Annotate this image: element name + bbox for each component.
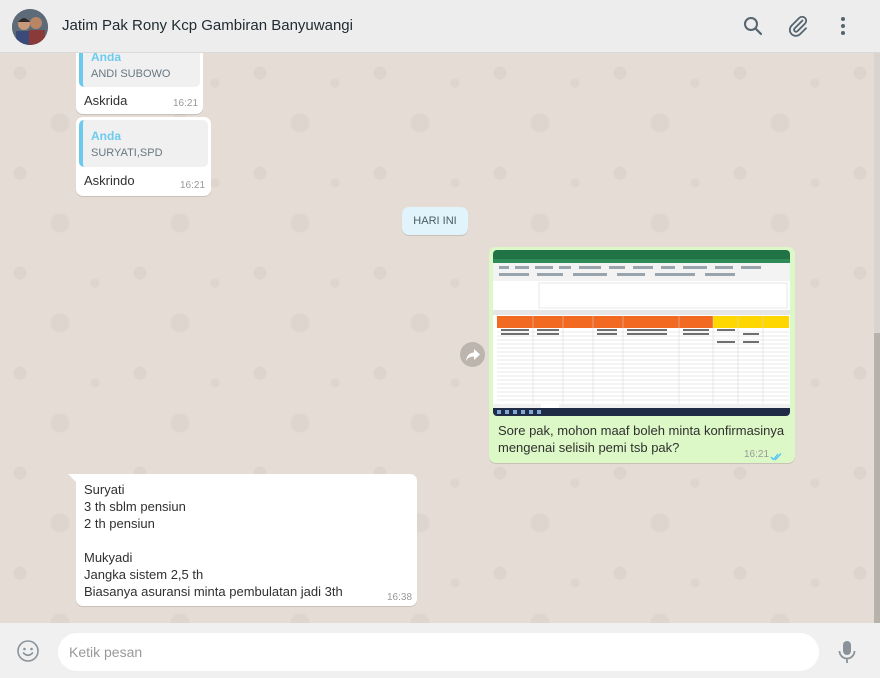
message-text-line: Jangka sistem 2,5 th — [84, 567, 204, 582]
chat-title[interactable]: Jatim Pak Rony Kcp Gambiran Banyuwangi — [62, 17, 353, 34]
message-bubble-incoming[interactable]: Suryati 3 th sblm pensiun 2 th pensiun M… — [76, 474, 417, 606]
chat-messages-pane[interactable]: Anda ANDI SUBOWO Askrida 16:21 Anda SURY… — [0, 53, 874, 623]
message-time: 16:21 — [744, 449, 770, 460]
message-text-line: Mukyadi — [84, 550, 133, 565]
message-text: Askrida — [84, 93, 128, 108]
quoted-message[interactable]: Anda SURYATI,SPD — [79, 120, 208, 167]
double-check-read-icon — [770, 449, 784, 467]
message-caption-line: mengenai selisih pemi tsb pak? — [498, 440, 680, 455]
spreadsheet-screenshot-image[interactable] — [493, 250, 790, 416]
emoji-icon[interactable] — [16, 639, 40, 663]
search-icon[interactable] — [741, 14, 765, 38]
message-input[interactable] — [58, 633, 819, 671]
microphone-icon[interactable] — [836, 639, 858, 665]
message-time: 16:21 — [180, 180, 206, 191]
message-text-line: 3 th sblm pensiun — [84, 499, 186, 514]
message-text-line: Biasanya asuransi minta pembulatan jadi … — [84, 584, 343, 599]
contact-avatar[interactable] — [12, 9, 48, 45]
bubble-tail — [68, 474, 76, 482]
forward-icon[interactable] — [460, 342, 485, 367]
message-text-line: Suryati — [84, 482, 125, 497]
scrollbar-thumb[interactable] — [874, 333, 880, 623]
menu-icon[interactable] — [831, 14, 855, 38]
message-bubble-incoming[interactable]: Anda SURYATI,SPD Askrindo 16:21 — [76, 117, 211, 196]
message-text-line: 2 th pensiun — [84, 516, 155, 531]
chat-scrollbar[interactable] — [874, 53, 880, 623]
message-bubble-incoming[interactable]: Anda ANDI SUBOWO Askrida 16:21 — [76, 53, 203, 114]
message-bubble-outgoing[interactable]: Sore pak, mohon maaf boleh minta konfirm… — [489, 247, 795, 463]
quote-text: ANDI SUBOWO — [91, 68, 171, 80]
chat-header: Jatim Pak Rony Kcp Gambiran Banyuwangi — [0, 0, 880, 53]
quote-author: Anda — [91, 53, 121, 64]
message-composer — [0, 623, 880, 678]
day-divider: HARI INI — [402, 207, 468, 235]
message-time: 16:21 — [173, 98, 199, 109]
attach-icon[interactable] — [786, 14, 810, 38]
quote-author: Anda — [91, 129, 121, 143]
message-time: 16:38 — [387, 592, 413, 603]
message-text: Askrindo — [84, 173, 135, 188]
quoted-message[interactable]: Anda ANDI SUBOWO — [79, 53, 200, 87]
message-caption-line: Sore pak, mohon maaf boleh minta konfirm… — [498, 423, 785, 438]
quote-text: SURYATI,SPD — [91, 147, 163, 159]
